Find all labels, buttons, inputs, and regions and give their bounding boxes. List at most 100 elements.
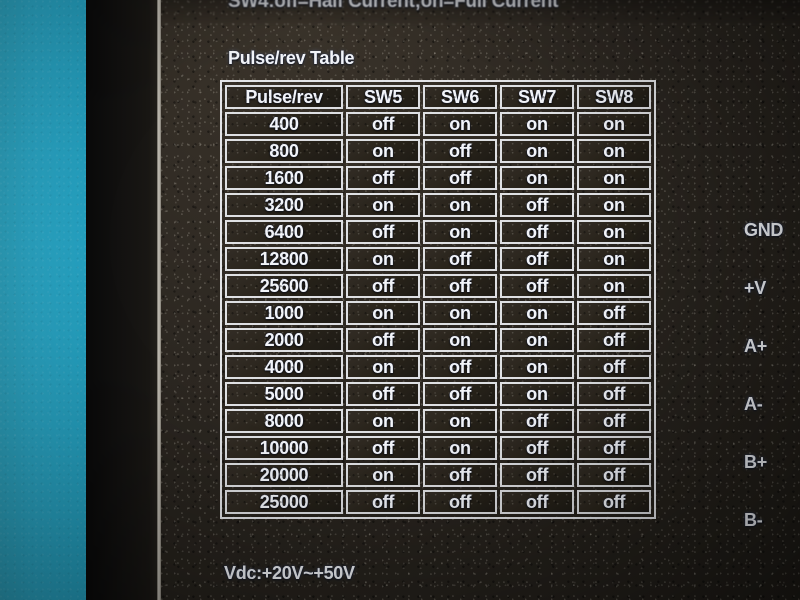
teal-background-surface	[0, 0, 86, 600]
pulse-rev-table-caption: Pulse/rev Table	[228, 48, 355, 68]
terminal-label-a: A-	[744, 394, 763, 414]
pulse-rev-value: 1600	[225, 166, 343, 190]
table-header-row: Pulse/rev SW5 SW6 SW7 SW8	[225, 85, 651, 109]
sw5-value: off	[346, 166, 420, 190]
sw7-value: on	[500, 166, 574, 190]
sw5-value: on	[346, 247, 420, 271]
sw8-value: off	[577, 436, 651, 460]
sw5-value: on	[346, 355, 420, 379]
sw7-value: on	[500, 301, 574, 325]
sw5-value: on	[346, 301, 420, 325]
sw6-value: on	[423, 301, 497, 325]
table-row: 6400 off on off on	[225, 220, 651, 244]
sw6-value: off	[423, 166, 497, 190]
sw6-value: on	[423, 328, 497, 352]
sw7-value: off	[500, 463, 574, 487]
sw5-value: on	[346, 409, 420, 433]
sw7-value: off	[500, 193, 574, 217]
sw5-value: off	[346, 220, 420, 244]
header-pulse-rev: Pulse/rev	[225, 85, 343, 109]
sw6-value: off	[423, 355, 497, 379]
sw8-value: off	[577, 463, 651, 487]
table-body: 400 off on on on 800 on off on on 1600 off off on on 32…	[225, 112, 651, 514]
table-row: 3200 on on off on	[225, 193, 651, 217]
sw5-value: on	[346, 193, 420, 217]
table-row: 25000 off off off off	[225, 490, 651, 514]
sw5-value: off	[346, 112, 420, 136]
pulse-rev-value: 400	[225, 112, 343, 136]
header-sw5: SW5	[346, 85, 420, 109]
table-row: 2000 off on on off	[225, 328, 651, 352]
driver-label-photo: SW4:off=Half Current;on=Full Current Pul…	[0, 0, 800, 600]
terminal-label-v: +V	[744, 278, 766, 298]
pulse-rev-value: 8000	[225, 409, 343, 433]
terminal-label-gnd: GND	[744, 220, 784, 240]
sw7-value: on	[500, 139, 574, 163]
table-row: 4000 on off on off	[225, 355, 651, 379]
sw7-value: on	[500, 355, 574, 379]
table-row: 10000 off on off off	[225, 436, 651, 460]
sw7-value: off	[500, 409, 574, 433]
pulse-rev-table: Pulse/rev SW5 SW6 SW7 SW8 400 off on on on 80…	[222, 82, 654, 517]
pulse-rev-value: 800	[225, 139, 343, 163]
sw6-value: off	[423, 274, 497, 298]
sw5-value: off	[346, 436, 420, 460]
sw8-value: off	[577, 301, 651, 325]
sw5-value: off	[346, 490, 420, 514]
sw8-value: on	[577, 247, 651, 271]
sw4-current-note: SW4:off=Half Current;on=Full Current	[228, 0, 559, 12]
sw6-value: on	[423, 436, 497, 460]
pulse-rev-value: 25600	[225, 274, 343, 298]
table-row: 400 off on on on	[225, 112, 651, 136]
sw6-value: off	[423, 463, 497, 487]
sw8-value: on	[577, 166, 651, 190]
sw7-value: on	[500, 328, 574, 352]
sw7-value: off	[500, 220, 574, 244]
pulse-rev-value: 25000	[225, 490, 343, 514]
table-row: 5000 off off on off	[225, 382, 651, 406]
sw6-value: on	[423, 193, 497, 217]
sw6-value: off	[423, 382, 497, 406]
sw8-value: on	[577, 139, 651, 163]
sw7-value: on	[500, 382, 574, 406]
terminal-label-a: A+	[744, 336, 767, 356]
header-sw6: SW6	[423, 85, 497, 109]
terminal-label-column: GND +V A+ A- B+ B-	[744, 218, 800, 566]
pulse-rev-value: 3200	[225, 193, 343, 217]
vdc-rating-note: Vdc:+20V~+50V	[224, 563, 355, 583]
pulse-rev-value: 1000	[225, 301, 343, 325]
table-row: 12800 on off off on	[225, 247, 651, 271]
table-row: 800 on off on on	[225, 139, 651, 163]
table-row: 25600 off off off on	[225, 274, 651, 298]
sw5-value: on	[346, 139, 420, 163]
sw7-value: off	[500, 274, 574, 298]
sw5-value: on	[346, 463, 420, 487]
sw8-value: off	[577, 328, 651, 352]
sw6-value: on	[423, 409, 497, 433]
terminal-label-b: B-	[744, 510, 763, 530]
sw8-value: on	[577, 220, 651, 244]
sw5-value: off	[346, 382, 420, 406]
pulse-rev-value: 10000	[225, 436, 343, 460]
sw5-value: off	[346, 328, 420, 352]
header-sw7: SW7	[500, 85, 574, 109]
terminal-label-b: B+	[744, 452, 767, 472]
sw8-value: off	[577, 382, 651, 406]
sw6-value: off	[423, 490, 497, 514]
pulse-rev-value: 2000	[225, 328, 343, 352]
sw7-value: off	[500, 247, 574, 271]
sw8-value: off	[577, 490, 651, 514]
pulse-rev-value: 5000	[225, 382, 343, 406]
sw8-value: on	[577, 274, 651, 298]
sw8-value: off	[577, 409, 651, 433]
sw6-value: on	[423, 112, 497, 136]
header-sw8: SW8	[577, 85, 651, 109]
table-row: 8000 on on off off	[225, 409, 651, 433]
table-row: 1600 off off on on	[225, 166, 651, 190]
sw5-value: off	[346, 274, 420, 298]
pulse-rev-value: 12800	[225, 247, 343, 271]
sw8-value: on	[577, 112, 651, 136]
pulse-rev-value: 4000	[225, 355, 343, 379]
pulse-rev-value: 6400	[225, 220, 343, 244]
sw7-value: off	[500, 436, 574, 460]
